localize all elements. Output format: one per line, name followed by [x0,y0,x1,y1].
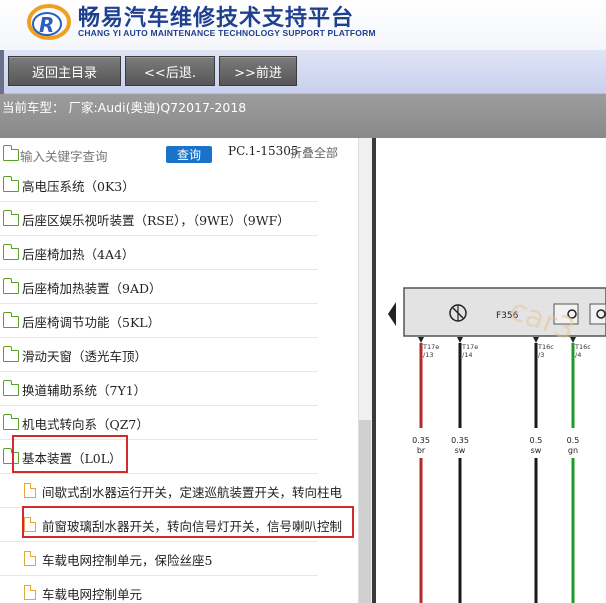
folder-icon [2,380,19,396]
tree-doc-item[interactable]: 车载电网控制单元，保险丝座5 [0,542,340,576]
tree-folder-item[interactable]: 高电压系统（0K3） [0,168,340,202]
wire-color-label: sw [455,446,466,455]
document-icon [24,584,37,600]
platform-subtitle: CHANG YI AUTO MAINTENANCE TECHNOLOGY SUP… [78,28,376,38]
diagram-left-arrow-icon[interactable] [388,302,396,326]
switch-symbol-2-icon [589,303,606,325]
wire-gauge-label: 0.5 [530,436,543,445]
wire-pin-label: T16c [537,343,554,351]
highlight-wiper-switch-item [22,506,354,538]
collapse-all-link[interactable]: 折叠全部 [290,144,338,161]
folder-icon [2,346,19,362]
tree-doc-item[interactable]: 车载电网控制单元 [0,576,340,603]
home-button[interactable]: 返回主目录 [8,56,121,86]
folder-icon [2,210,19,226]
nav-bar: 返回主目录 <<后退. >>前进 [0,50,606,94]
wire-pin-label: T17e [461,343,478,351]
folder-icon [2,312,19,328]
svg-text:R: R [39,13,54,37]
tree-scrollbar-thumb[interactable] [359,420,371,603]
platform-logo-icon: R [27,4,71,40]
back-button[interactable]: <<后退. [125,56,215,86]
tree-item-label: 后座椅调节功能（5KL） [22,315,161,330]
wiring-diagram[interactable]: F356 car3 T17e/130.35brT17e/140.35swT16c… [376,138,606,603]
wire-2[interactable]: T17e/14 0.35sw [451,337,478,603]
tree-item-label: 间歇式刮水器运行开关，定速巡航装置开关，转向柱电 [42,485,343,500]
tree-folder-item[interactable]: 后座椅加热装置（9AD） [0,270,340,304]
folder-icon [2,278,19,294]
document-icon [24,550,37,566]
document-icon [24,482,37,498]
tree-item-label: 车载电网控制单元 [42,587,143,602]
tree-item-label: 高电压系统（0K3） [22,179,135,194]
app-header: R 畅易汽车维修技术支持平台 CHANG YI AUTO MAINTENANCE… [0,0,606,50]
page-range: PC.1-15305 [228,144,299,158]
wire-pin-number: /4 [575,351,581,359]
nav-bar-edge [0,50,4,94]
folder-icon [2,145,19,161]
tree-item-label: 后座椅加热装置（9AD） [22,281,162,296]
folder-icon [2,414,19,430]
wire-gauge-label: 0.5 [567,436,580,445]
wire-group: T17e/130.35brT17e/140.35swT16c/30.5swT16… [412,337,591,603]
tree-item-label: 滑动天窗（透光车顶） [22,349,148,364]
tree-item-label: 车载电网控制单元，保险丝座5 [42,553,213,568]
folder-icon [2,244,19,260]
tree-folder-item[interactable]: 后座椅加热（4A4） [0,236,340,270]
search-input[interactable] [20,147,160,165]
wire-color-label: br [417,446,426,455]
wire-4[interactable]: T16c/4 0.5gn [567,337,592,603]
wire-pin-number: /3 [538,351,544,359]
wire-3[interactable]: T16c/3 0.5sw [530,337,555,603]
tree-folder-item[interactable]: 滑动天窗（透光车顶） [0,338,340,372]
current-model-text: 当前车型： 厂家:Audi(奥迪)Q72017-2018 [2,100,247,115]
wire-pin-number: /13 [423,351,433,359]
wire-gauge-label: 0.35 [451,436,469,445]
wire-gauge-label: 0.35 [412,436,430,445]
wire-color-label: sw [531,446,542,455]
tree-doc-item[interactable]: 间歇式刮水器运行开关，定速巡航装置开关，转向柱电 [0,474,343,508]
wire-pin-number: /14 [462,351,472,359]
tree-item-label: 后座椅加热（4A4） [22,247,135,262]
wire-color-label: gn [568,446,578,455]
diagram-panel: F356 car3 T17e/13 0.35 br T17e/14 0.35 sw T16c… [376,138,606,603]
search-button[interactable]: 查询 [166,146,212,163]
tree-item-label: 换道辅助系统（7Y1） [22,383,147,398]
highlight-basic-equipment [12,435,128,473]
wire-pin-label: T17e [422,343,439,351]
tree-folder-item[interactable]: 后座区娱乐视听装置（RSE），（9WE）（9WF） [0,202,340,236]
search-row: 查询 PC.1-15305 折叠全部 [0,138,358,170]
tree-item-label: 后座区娱乐视听装置（RSE），（9WE）（9WF） [22,213,290,228]
tree-item-label: 机电式转向系（QZ7） [22,417,149,432]
wire-pin-label: T16c [574,343,591,351]
forward-button[interactable]: >>前进 [219,56,297,86]
folder-icon [2,176,19,192]
tree-folder-item[interactable]: 后座椅调节功能（5KL） [0,304,340,338]
wire-1[interactable]: T17e/13 0.35br [412,337,439,603]
tree-folder-item[interactable]: 换道辅助系统（7Y1） [0,372,340,406]
current-model-bar: 当前车型： 厂家:Audi(奥迪)Q72017-2018 [0,94,606,138]
